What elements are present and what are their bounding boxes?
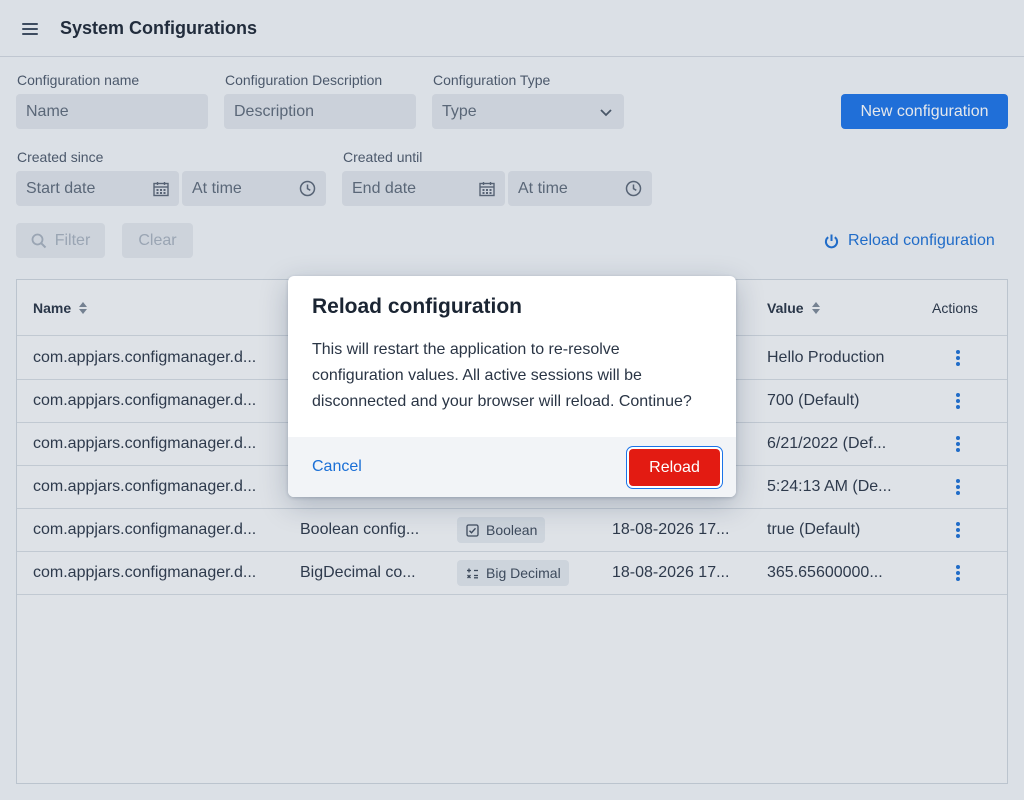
reload-confirm-dialog: Reload configuration This will restart t… — [288, 276, 736, 497]
cancel-button[interactable]: Cancel — [312, 458, 362, 476]
dialog-footer: Cancel Reload — [288, 437, 736, 497]
reload-button[interactable]: Reload — [629, 449, 720, 486]
dialog-title: Reload configuration — [312, 295, 522, 318]
dialog-message: This will restart the application to re-… — [312, 341, 692, 410]
app-root: System Configurations Configuration name… — [0, 0, 1024, 800]
